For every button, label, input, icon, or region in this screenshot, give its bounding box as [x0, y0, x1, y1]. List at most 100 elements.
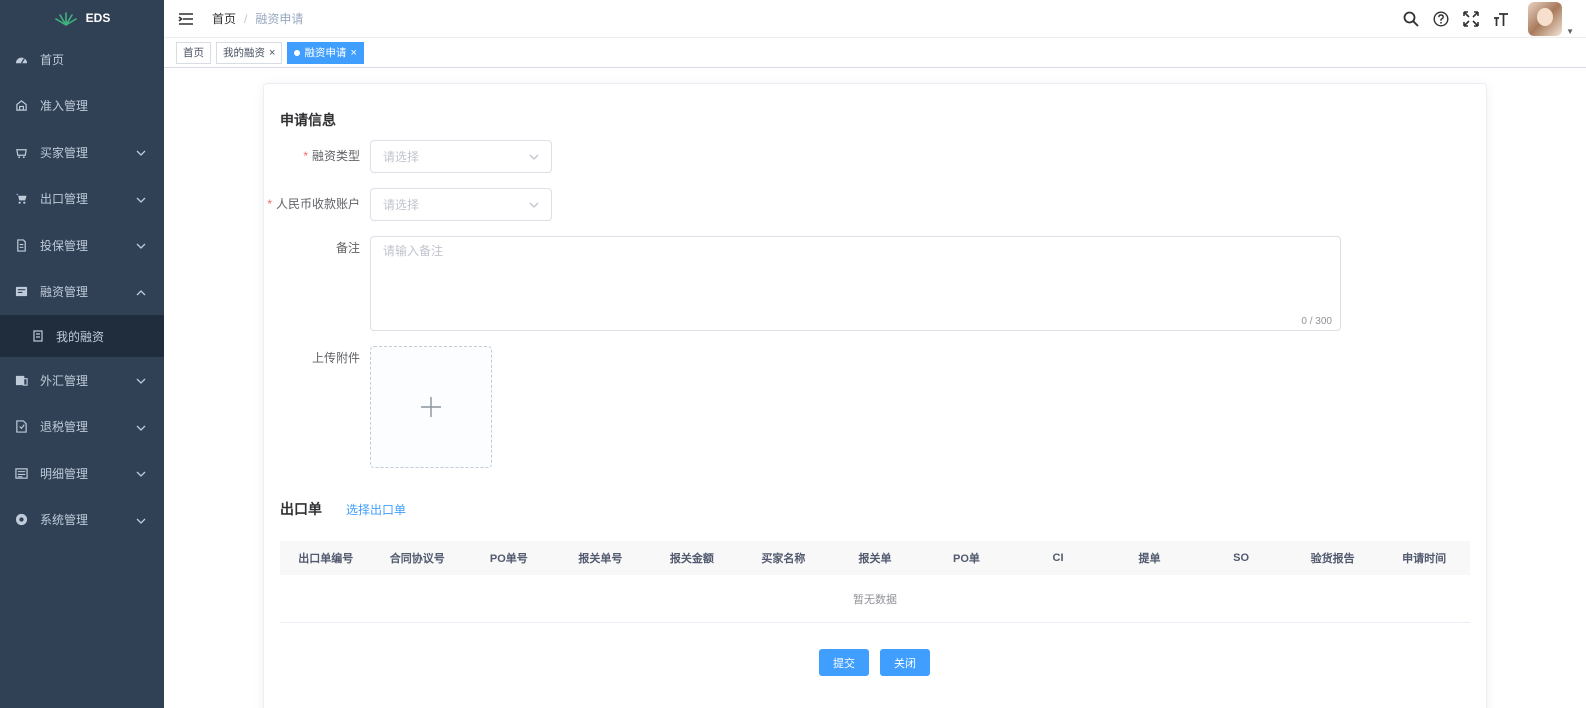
rmb-account-row: * 人民币收款账户 请选择	[264, 188, 552, 221]
export-title: 出口单	[280, 501, 322, 517]
finance-type-label-text: 融资类型	[311, 149, 360, 163]
sidebar-menu: 首页准入管理买家管理出口管理投保管理融资管理我的融资外汇管理退税管理明细管理系统…	[0, 36, 164, 543]
navbar-right: ▼	[1402, 0, 1586, 38]
caret-down-icon: ▼	[1566, 27, 1574, 36]
export-header: 出口单 选择出口单	[280, 499, 406, 519]
table-header-cell: 合同协议号	[389, 553, 445, 565]
document-icon	[32, 330, 44, 342]
chevron-down-icon	[529, 154, 539, 160]
cart-icon	[14, 192, 28, 206]
table-header-cell: 申请时间	[1402, 553, 1447, 565]
close-icon[interactable]: ×	[269, 43, 275, 63]
close-icon[interactable]: ×	[350, 43, 356, 63]
user-menu[interactable]: ▼	[1528, 2, 1574, 36]
buyer-icon	[14, 145, 28, 159]
sidebar-item-label: 退税管理	[40, 420, 89, 435]
tag-label: 首页	[183, 46, 204, 59]
tag-2[interactable]: 融资申请 ×	[287, 41, 364, 64]
upload-area[interactable]	[370, 346, 492, 468]
sidebar-item-label: 明细管理	[40, 466, 89, 481]
tag-1[interactable]: 我的融资 ×	[216, 41, 283, 64]
avatar[interactable]	[1528, 2, 1563, 36]
sidebar-item-1[interactable]: 准入管理	[0, 83, 164, 130]
sidebar-item-label: 出口管理	[40, 192, 89, 207]
chevron-down-icon	[136, 422, 146, 432]
forex-icon	[14, 373, 28, 387]
sidebar-item-6[interactable]: 外汇管理	[0, 357, 164, 404]
section-title: 申请信息	[280, 112, 336, 128]
sidebar-item-label: 融资管理	[40, 285, 89, 300]
breadcrumb-separator: /	[244, 11, 248, 26]
admission-icon	[14, 99, 28, 113]
insurance-icon	[14, 238, 28, 252]
remark-row: 备注 请输入备注 0 / 300	[264, 236, 1341, 331]
finance-type-row: * 融资类型 请选择	[264, 140, 552, 173]
sidebar-item-5[interactable]: 融资管理	[0, 269, 164, 316]
table-header-cell: CI	[1052, 552, 1064, 564]
main-content: 申请信息 * 融资类型 请选择 * 人民币收款账户 请选择 备注 请输入备注 0 /…	[164, 68, 1586, 708]
sidebar-item-label: 系统管理	[40, 513, 89, 528]
submit-button[interactable]: 提交	[819, 649, 869, 676]
table-header: 出口单编号 合同协议号 PO单号 报关单号 报关金额 买家名称 报关单 PO单 CI 提单 SO 验货…	[280, 541, 1470, 575]
sidebar-item-label: 外汇管理	[40, 373, 89, 388]
tag-0[interactable]: 首页	[176, 41, 211, 64]
rmb-account-select[interactable]: 请选择	[370, 188, 552, 221]
sidebar-item-2[interactable]: 买家管理	[0, 129, 164, 176]
attachment-label: 上传附件	[311, 351, 360, 365]
table-header-cell: 出口单编号	[298, 553, 354, 565]
navbar: 首页 / 融资申请 ▼	[164, 0, 1586, 38]
select-export-link[interactable]: 选择出口单	[346, 501, 406, 518]
chevron-down-icon	[136, 515, 146, 525]
logo-text: EDS	[85, 11, 111, 25]
help-icon[interactable]	[1432, 10, 1450, 28]
attachment-row: 上传附件	[264, 346, 492, 468]
chevron-down-icon	[136, 147, 146, 157]
breadcrumb-home[interactable]: 首页	[212, 10, 236, 27]
chevron-down-icon	[136, 375, 146, 385]
remark-label: 备注	[335, 241, 360, 255]
finance-type-select[interactable]: 请选择	[370, 140, 552, 173]
sidebar-subitem-label: 我的融资	[56, 329, 105, 344]
table-header-cell: 验货报告	[1310, 553, 1355, 565]
sidebar-item-3[interactable]: 出口管理	[0, 176, 164, 223]
empty-row: 暂无数据	[280, 575, 1470, 623]
logo[interactable]: EDS	[0, 0, 164, 36]
table-header-cell: 买家名称	[761, 553, 806, 565]
hamburger-icon[interactable]	[178, 12, 194, 26]
finance-icon	[14, 285, 28, 299]
table-header-cell: 提单	[1138, 553, 1161, 565]
agave-logo-icon	[54, 12, 77, 26]
detail-icon	[14, 466, 28, 480]
chevron-down-icon	[136, 194, 146, 204]
required-mark: *	[303, 149, 308, 163]
rmb-account-label-text: 人民币收款账户	[275, 197, 360, 211]
sidebar-item-label: 买家管理	[40, 145, 89, 160]
sidebar-item-0[interactable]: 首页	[0, 36, 164, 83]
chevron-down-icon	[136, 240, 146, 250]
sidebar-item-7[interactable]: 退税管理	[0, 404, 164, 451]
search-icon[interactable]	[1402, 10, 1420, 28]
sidebar-item-4[interactable]: 投保管理	[0, 222, 164, 269]
finance-type-label: * 融资类型	[264, 140, 370, 173]
fullscreen-icon[interactable]	[1462, 10, 1480, 28]
table-header-cell: 报关金额	[669, 553, 714, 565]
tag-label: 融资申请	[304, 46, 347, 59]
tag-label: 我的融资	[223, 46, 265, 59]
remark-placeholder: 请输入备注	[383, 244, 444, 258]
table-header-cell: SO	[1233, 552, 1250, 564]
remark-textarea[interactable]: 请输入备注 0 / 300	[370, 236, 1341, 331]
sidebar-item-8[interactable]: 明细管理	[0, 450, 164, 497]
sidebar-item-label: 准入管理	[40, 99, 89, 114]
tags-view: 首页 我的融资 × 融资申请 ×	[164, 38, 1586, 68]
system-icon	[14, 513, 28, 527]
sidebar-subitem-my-finance[interactable]: 我的融资	[0, 315, 164, 357]
form-actions: 提交 关闭	[819, 649, 930, 676]
rmb-account-label: * 人民币收款账户	[264, 188, 370, 221]
font-size-icon[interactable]	[1492, 10, 1510, 28]
sidebar-item-9[interactable]: 系统管理	[0, 497, 164, 544]
close-button[interactable]: 关闭	[880, 649, 930, 676]
rmb-account-placeholder: 请选择	[383, 198, 420, 212]
breadcrumb: 首页 / 融资申请	[212, 10, 303, 27]
application-card: 申请信息 * 融资类型 请选择 * 人民币收款账户 请选择 备注 请输入备注 0 /…	[263, 83, 1487, 708]
chevron-down-icon	[136, 468, 146, 478]
